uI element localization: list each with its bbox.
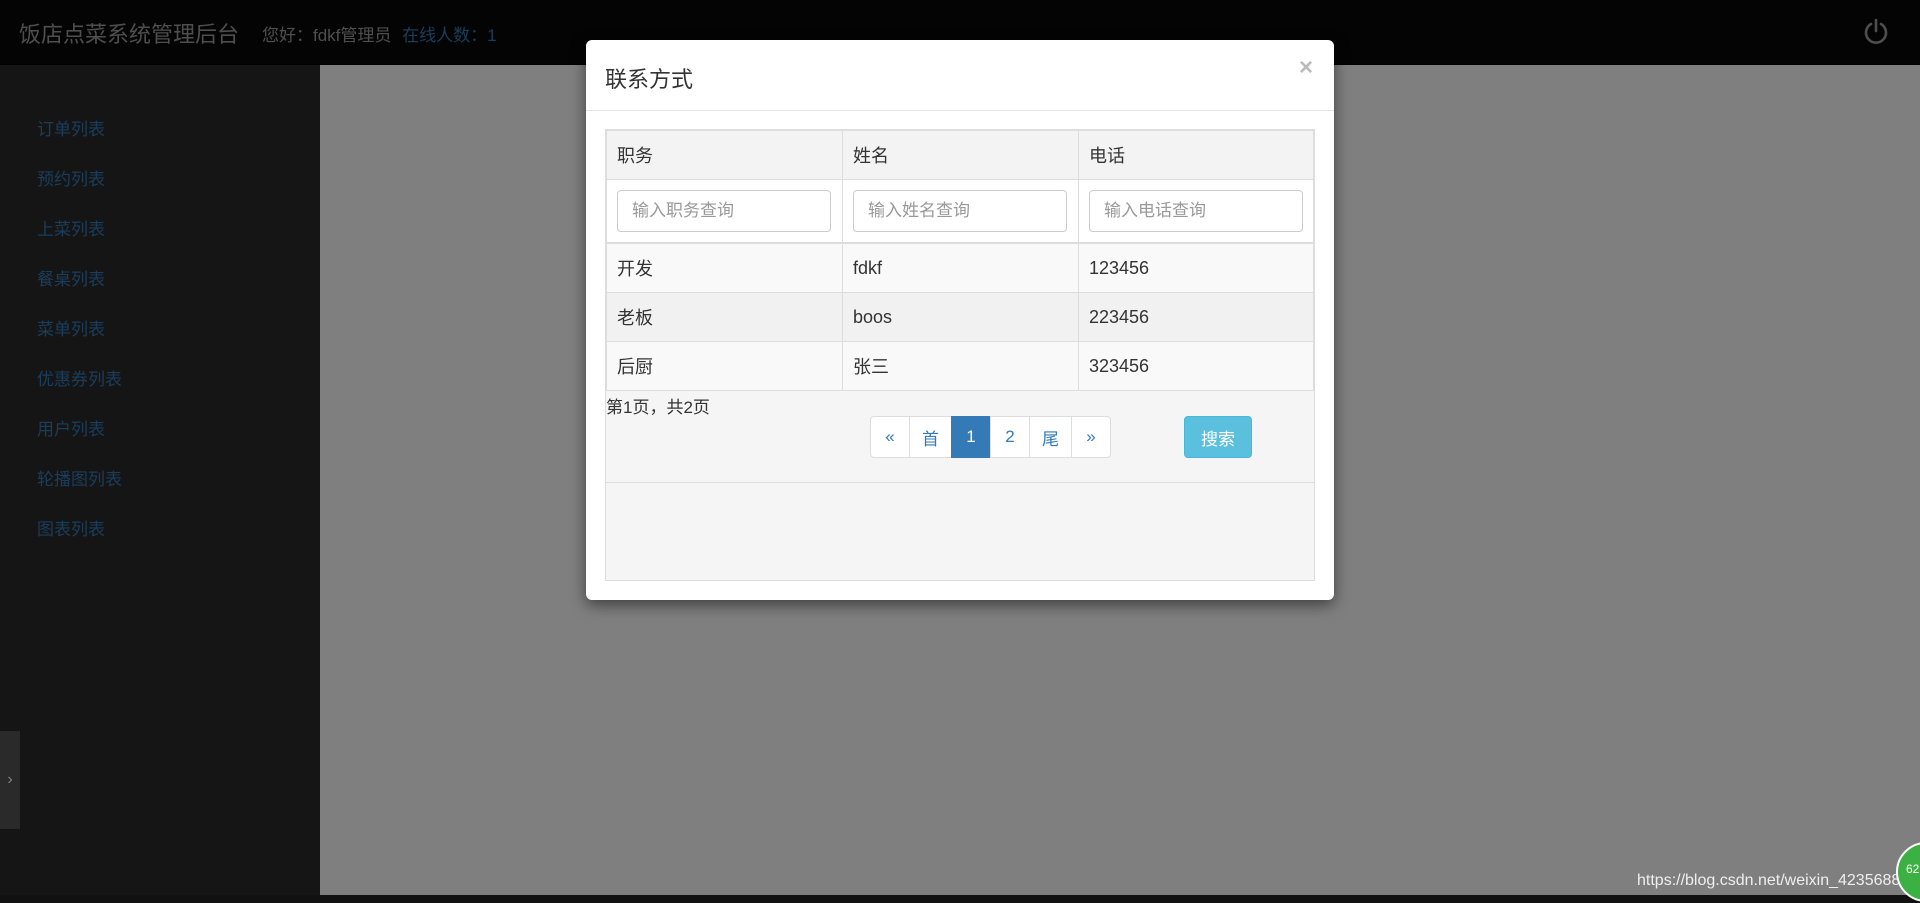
cell-position: 老板 xyxy=(606,292,843,342)
pager-first[interactable]: 首 xyxy=(909,416,952,458)
filter-cell xyxy=(606,179,843,244)
cell-name: boos xyxy=(842,292,1079,342)
cell-position: 开发 xyxy=(606,242,843,293)
pager-page-1[interactable]: 1 xyxy=(951,416,991,458)
filter-row xyxy=(606,179,1314,244)
cell-phone: 223456 xyxy=(1078,292,1314,342)
contact-panel: 职务 姓名 电话 开发 fdkf 123456 老板 boos 223456 后… xyxy=(605,129,1315,581)
pager-last[interactable]: 尾 xyxy=(1029,416,1072,458)
close-icon[interactable]: × xyxy=(1299,54,1313,82)
filter-cell xyxy=(1078,179,1314,244)
cell-name: 张三 xyxy=(842,341,1079,391)
modal-title: 联系方式 xyxy=(605,67,694,92)
phone-search-input[interactable] xyxy=(1089,190,1303,232)
contact-modal: 联系方式 × 职务 姓名 电话 开发 fdkf 123456 老板 boos xyxy=(586,40,1334,600)
table-header-row: 职务 姓名 电话 xyxy=(606,130,1314,180)
name-search-input[interactable] xyxy=(853,190,1067,232)
cell-phone: 123456 xyxy=(1078,242,1314,293)
pager-next[interactable]: » xyxy=(1071,416,1111,458)
table-row[interactable]: 开发 fdkf 123456 xyxy=(606,242,1314,293)
pager-prev[interactable]: « xyxy=(870,416,910,458)
filter-cell xyxy=(842,179,1079,244)
column-header-position[interactable]: 职务 xyxy=(606,130,843,180)
divider xyxy=(606,482,1314,483)
pager-page-2[interactable]: 2 xyxy=(990,416,1030,458)
cell-phone: 323456 xyxy=(1078,341,1314,391)
pagination: « 首 1 2 尾 » xyxy=(870,416,1111,458)
column-header-phone[interactable]: 电话 xyxy=(1078,130,1314,180)
search-button[interactable]: 搜索 xyxy=(1184,416,1252,458)
table-row[interactable]: 老板 boos 223456 xyxy=(606,292,1314,342)
cell-position: 后厨 xyxy=(606,341,843,391)
column-header-name[interactable]: 姓名 xyxy=(842,130,1079,180)
page-info: 第1页，共2页 xyxy=(606,398,710,417)
table-row[interactable]: 后厨 张三 323456 xyxy=(606,341,1314,391)
modal-header: 联系方式 × xyxy=(586,40,1334,111)
contact-table: 职务 姓名 电话 开发 fdkf 123456 老板 boos 223456 后… xyxy=(606,130,1314,391)
cell-name: fdkf xyxy=(842,242,1079,293)
watermark: https://blog.csdn.net/weixin_42356887 xyxy=(1637,872,1910,889)
position-search-input[interactable] xyxy=(617,190,831,232)
